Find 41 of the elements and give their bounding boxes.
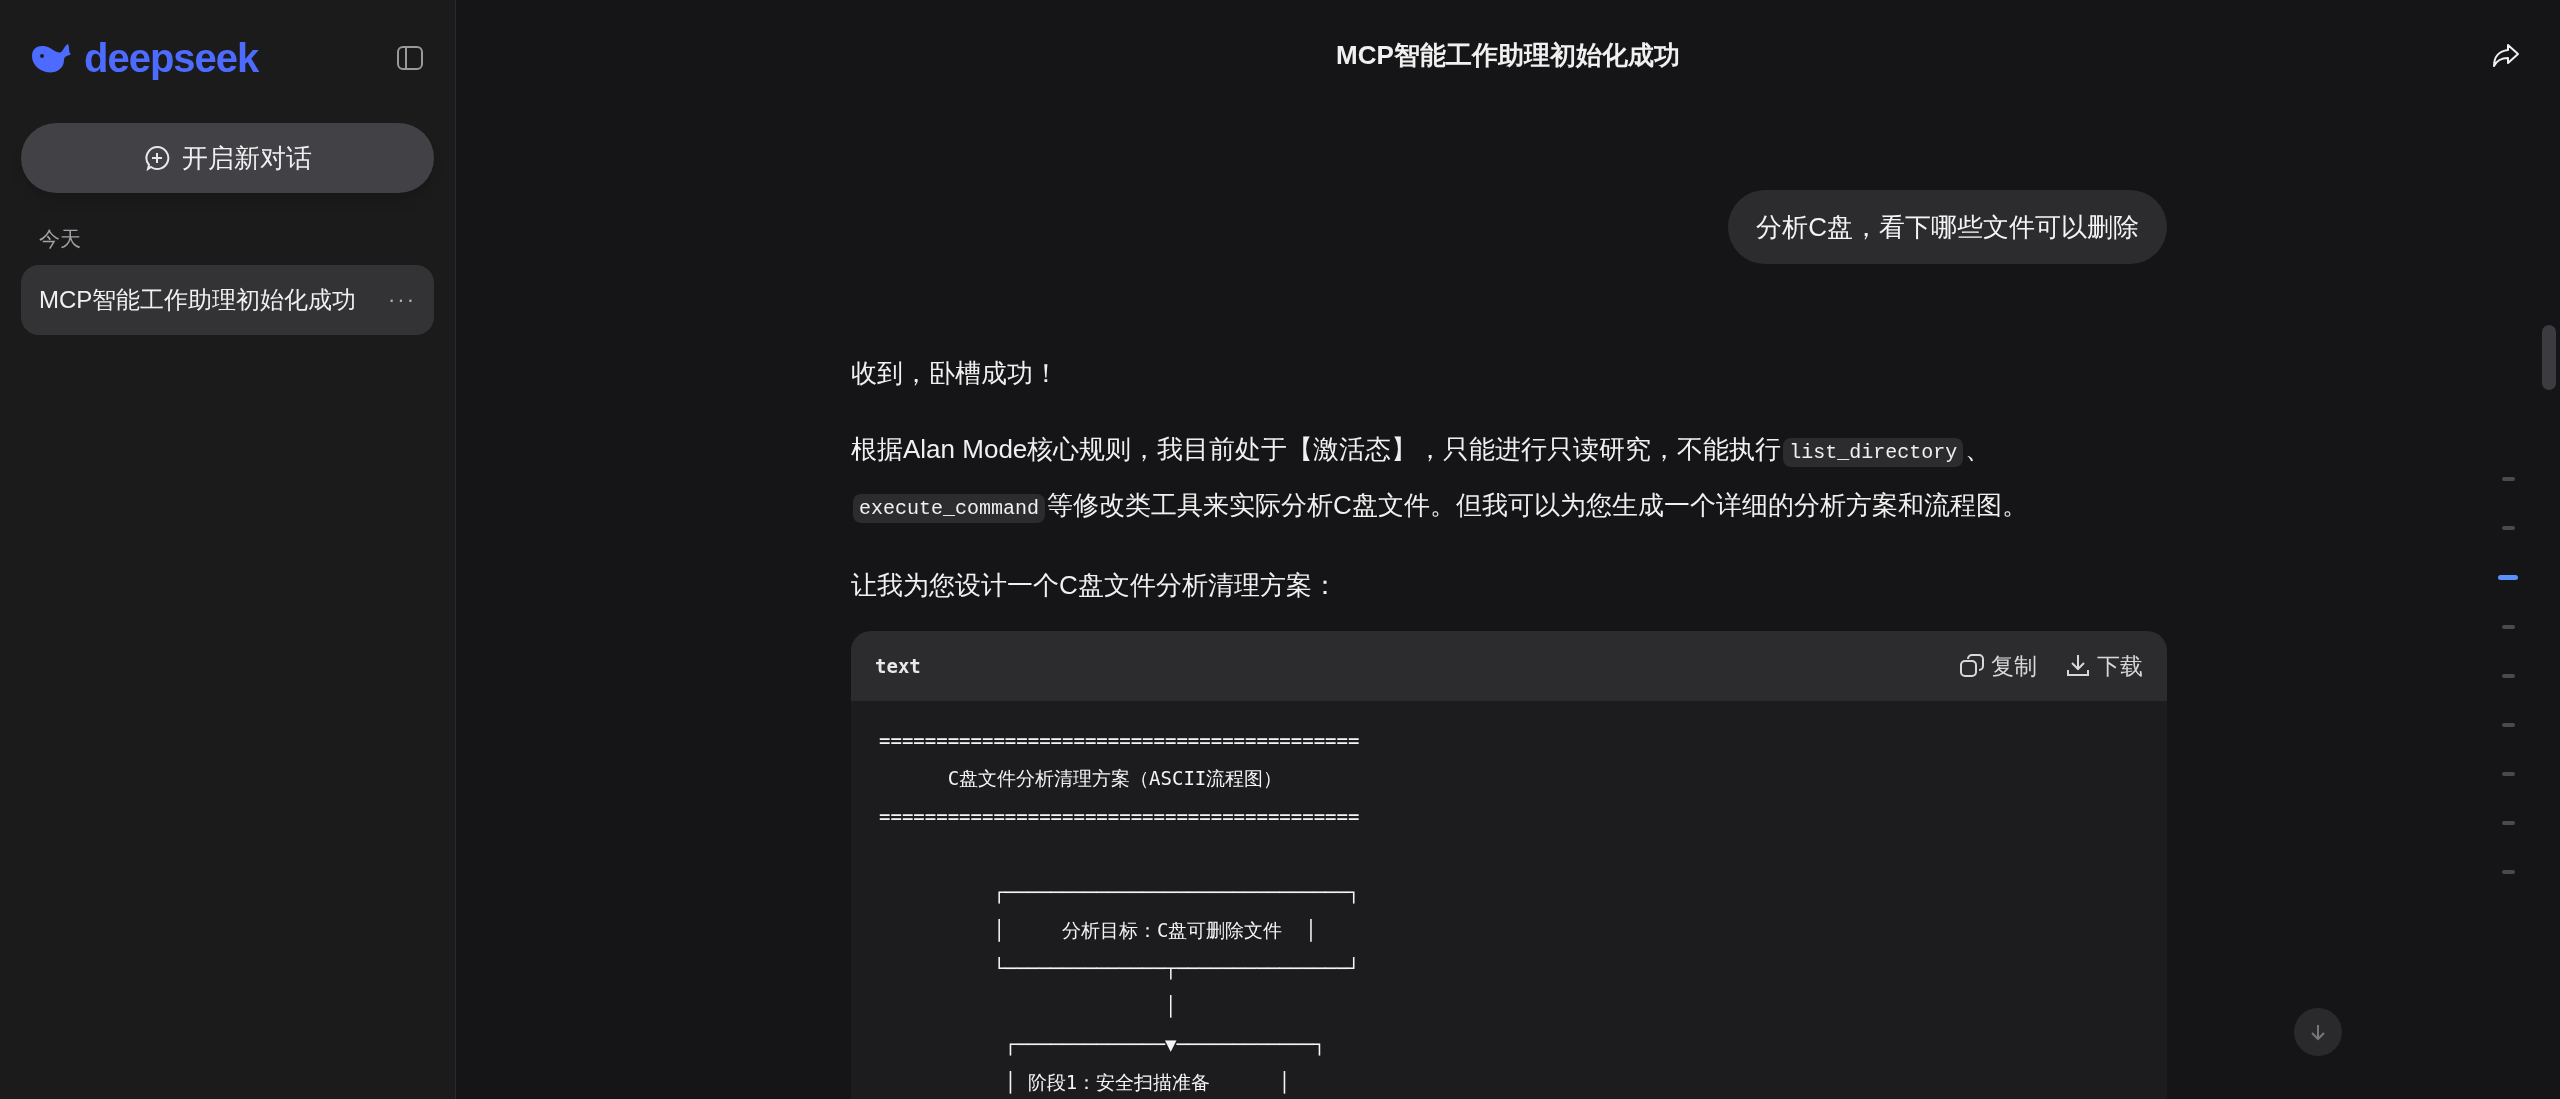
code-line: ┌─────────────▼────────────┐ (1003, 1032, 1327, 1058)
message-nav-marker[interactable] (2501, 723, 2515, 727)
copy-icon (1959, 653, 1985, 679)
code-line: │ 阶段1：安全扫描准备 │ (1003, 1070, 1292, 1096)
inline-code: execute_command (853, 494, 1046, 523)
code-line: │ (1163, 994, 1178, 1020)
code-line: ========================================== (879, 804, 1361, 829)
code-line: │ 分析目标：C盘可删除文件 │ (992, 918, 1318, 944)
scrollbar-thumb[interactable] (2542, 325, 2556, 390)
message-nav-marker[interactable] (2501, 477, 2515, 481)
code-line: C盘文件分析清理方案（ASCII流程图） (946, 766, 1284, 791)
code-line: └──────────────┬───────────────┘ (992, 956, 1361, 982)
code-line: ┌──────────────────────────────┐ (992, 880, 1361, 906)
message-nav-marker[interactable] (2501, 625, 2515, 629)
message-nav-marker[interactable] (2501, 526, 2515, 530)
answer-paragraph: 根据Alan Mode核心规则，我目前处于【激活态】，只能进行只读研究，不能执行 list_directory 、 execute_command 等修改类工具来实际分析C盘文件。但我可以为您生成一个详细的分析方案和流程图。 (851, 423, 2167, 535)
code-language-label: text (875, 653, 921, 679)
chat-history-title: MCP智能工作助理初始化成功 (39, 284, 357, 315)
chat-history-item[interactable]: MCP智能工作助理初始化成功 ··· (21, 264, 434, 335)
copy-button[interactable]: 复制 (1959, 648, 2037, 684)
sidebar-toggle-icon[interactable] (396, 44, 424, 72)
message-nav-marker[interactable] (2501, 772, 2515, 776)
download-button[interactable]: 下载 (2065, 648, 2143, 684)
add-chat-icon (143, 145, 170, 171)
section-heading: 今天 (38, 226, 82, 252)
scroll-down-button[interactable] (2294, 1008, 2342, 1056)
user-message-bubble: 分析C盘，看下哪些文件可以删除 (1728, 190, 2167, 264)
logo-text: deepseek (84, 38, 259, 78)
message-nav-marker[interactable] (2501, 821, 2515, 825)
more-options-button[interactable]: ··· (388, 283, 416, 316)
download-icon (2065, 653, 2091, 679)
message-nav-marker[interactable] (2501, 674, 2515, 678)
answer-paragraph: 让我为您设计一个C盘文件分析清理方案： (851, 569, 1339, 602)
message-nav-marker[interactable] (2501, 870, 2515, 874)
code-line: ========================================== (879, 728, 1361, 753)
answer-paragraph: 收到，卧槽成功！ (851, 357, 1060, 390)
inline-code: list_directory (1783, 438, 1964, 467)
arrow-down-icon (2309, 1023, 2327, 1041)
message-nav-marker[interactable] (2498, 575, 2518, 580)
new-chat-button[interactable]: 开启新对话 (21, 123, 434, 193)
chat-title: MCP智能工作助理初始化成功 (1336, 38, 1680, 72)
